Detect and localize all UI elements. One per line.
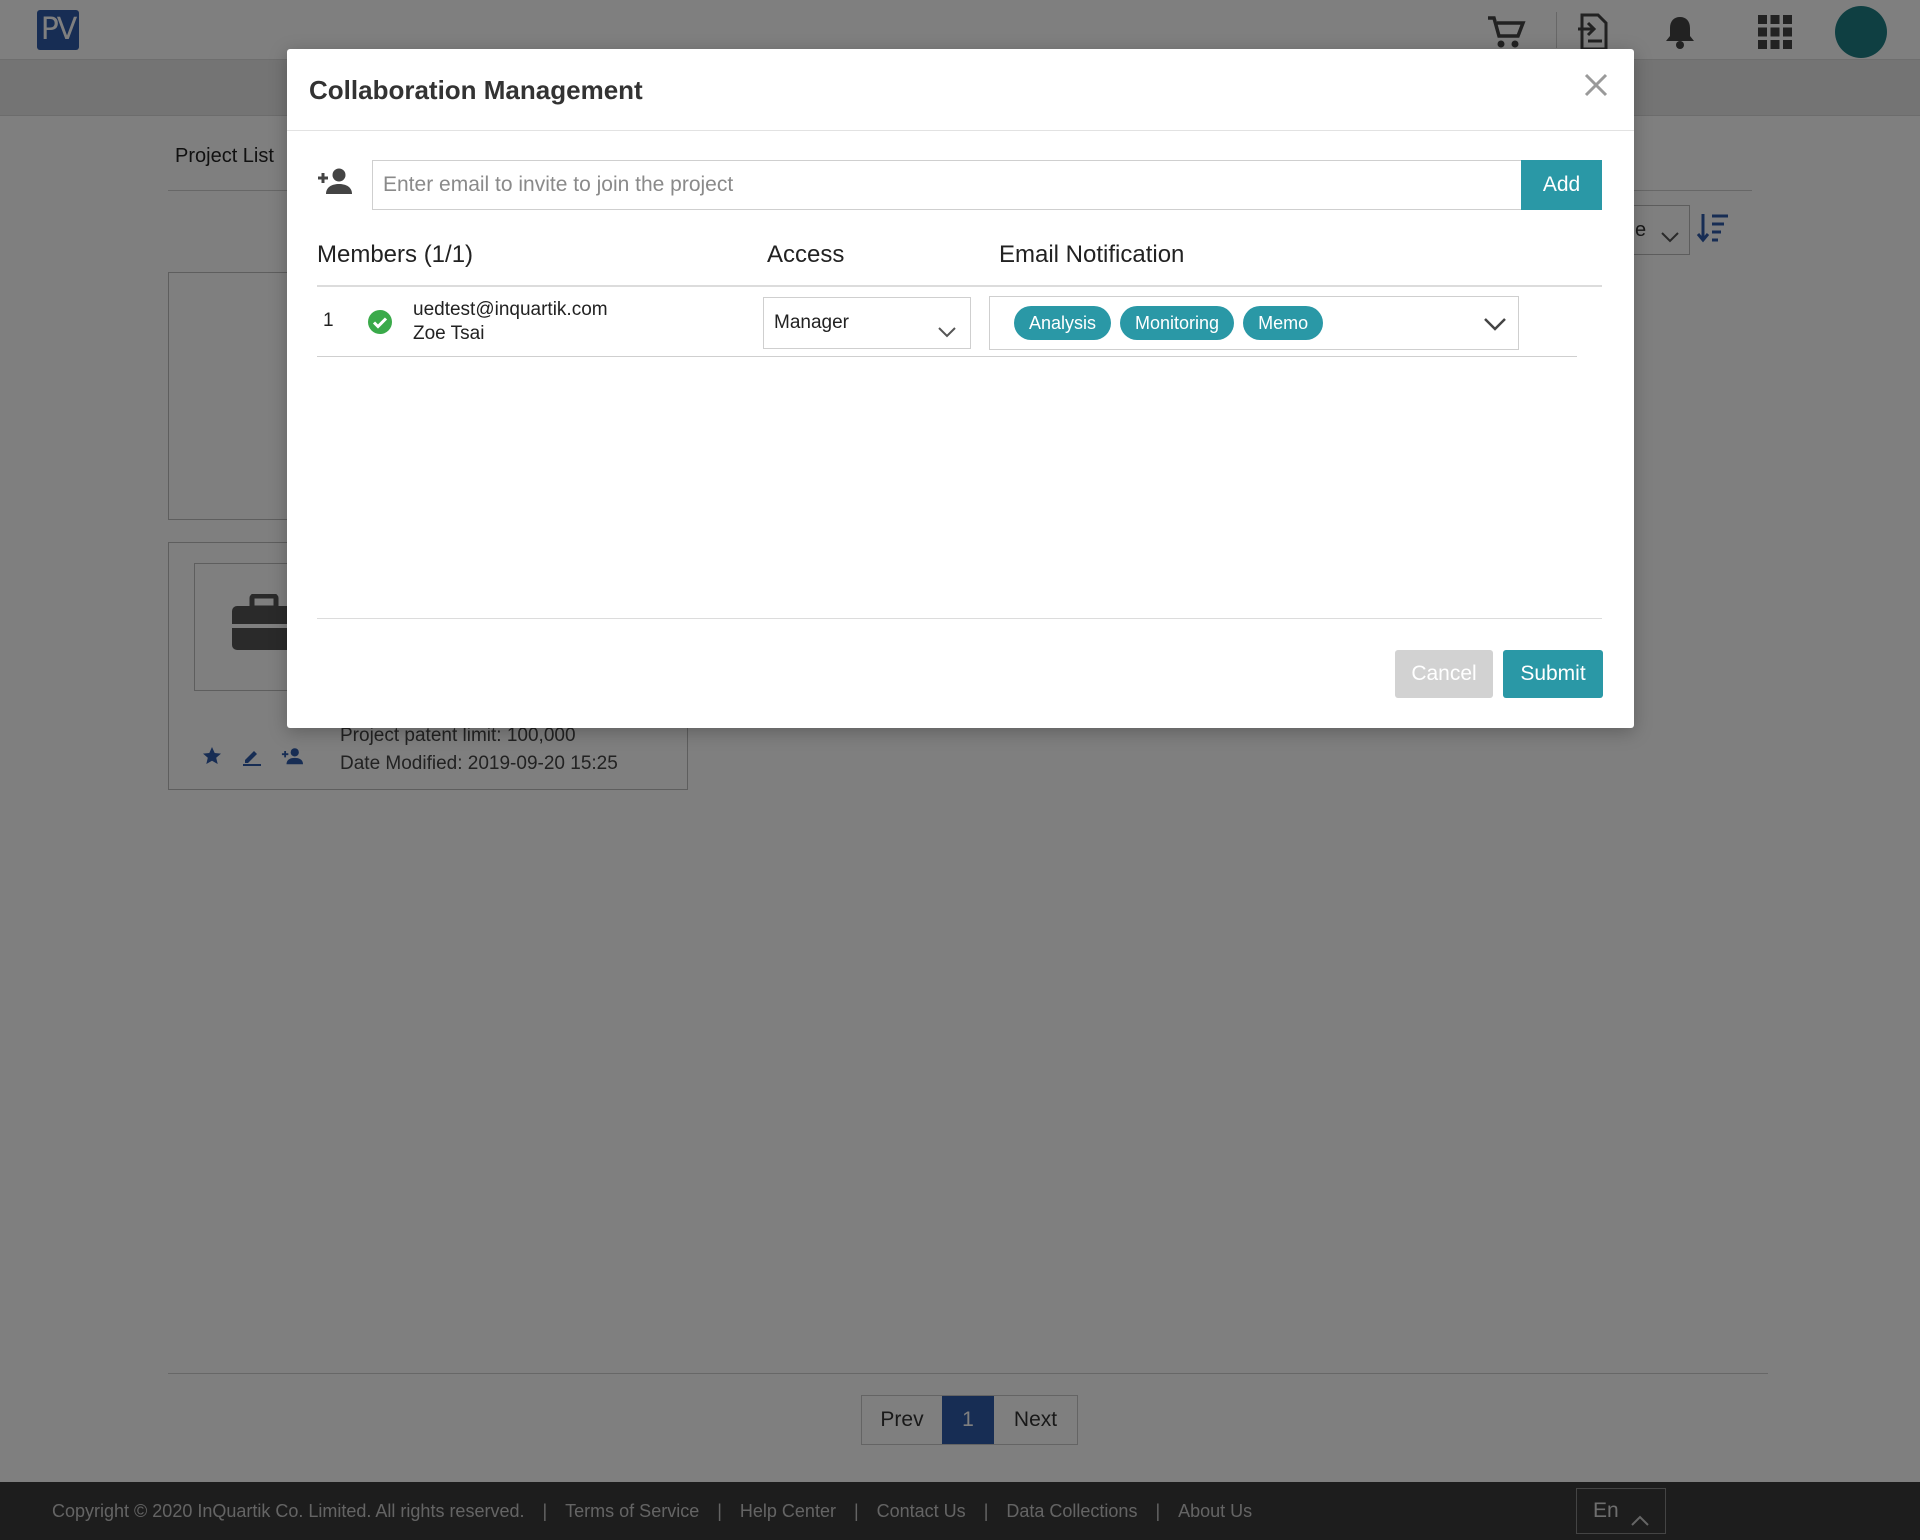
member-email: uedtest@inquartik.com <box>413 299 608 320</box>
close-icon[interactable] <box>1578 67 1614 103</box>
add-user-icon <box>317 167 353 200</box>
collaboration-modal: Collaboration Management Add Members (1/… <box>287 49 1634 728</box>
chevron-down-icon <box>936 313 958 363</box>
submit-button[interactable]: Submit <box>1503 650 1603 698</box>
access-select[interactable]: Manager <box>763 297 971 349</box>
email-notification-header: Email Notification <box>999 241 1185 268</box>
cancel-button[interactable]: Cancel <box>1395 650 1493 698</box>
invite-email-input[interactable] <box>372 160 1529 210</box>
notification-tags: Analysis Monitoring Memo <box>1014 306 1324 340</box>
access-header: Access <box>767 241 845 268</box>
chevron-down-icon <box>1482 312 1508 341</box>
modal-header: Collaboration Management <box>287 49 1634 131</box>
modal-footer-divider <box>317 618 1602 619</box>
access-select-value: Manager <box>774 312 849 333</box>
notification-tag-monitoring[interactable]: Monitoring <box>1120 306 1235 340</box>
email-notification-select[interactable]: Analysis Monitoring Memo <box>989 296 1519 350</box>
table-row: 1 uedtest@inquartik.com Zoe Tsai Manager… <box>317 287 1577 357</box>
check-circle-icon <box>367 309 393 340</box>
notification-tag-memo[interactable]: Memo <box>1243 306 1324 340</box>
members-header: Members (1/1) <box>317 241 474 268</box>
notification-tag-analysis[interactable]: Analysis <box>1014 306 1112 340</box>
member-index: 1 <box>323 310 334 331</box>
add-invite-button[interactable]: Add <box>1521 160 1602 210</box>
modal-title: Collaboration Management <box>309 75 643 105</box>
member-name: Zoe Tsai <box>413 323 485 344</box>
